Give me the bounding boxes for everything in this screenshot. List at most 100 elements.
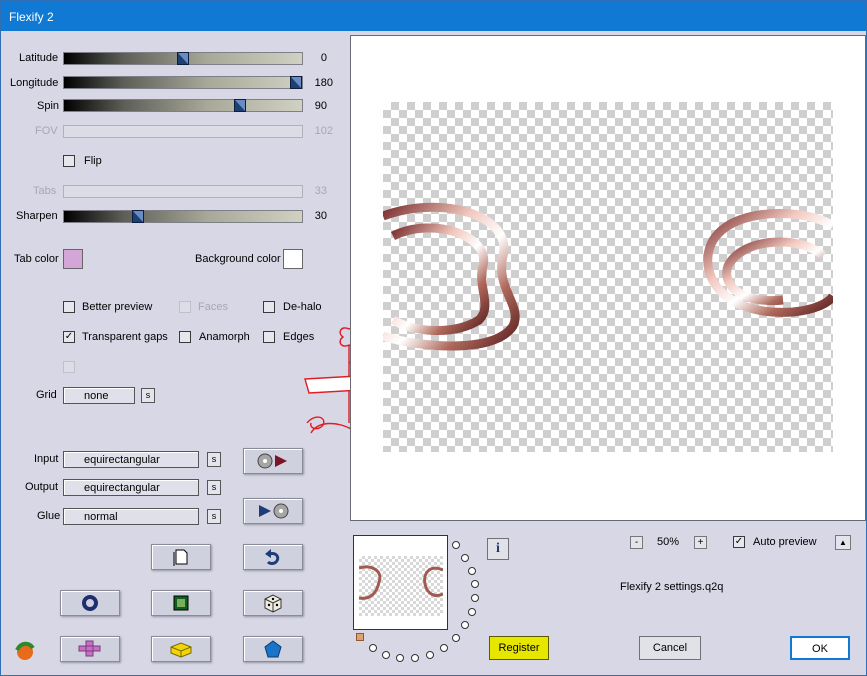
history-dot[interactable] xyxy=(426,651,434,659)
input-dropdown[interactable]: equirectangular xyxy=(63,451,199,468)
background-color-swatch[interactable] xyxy=(283,249,303,269)
zoom-in-button[interactable]: + xyxy=(694,536,707,549)
glue-value: normal xyxy=(84,511,118,523)
tab-color-swatch[interactable] xyxy=(63,249,83,269)
history-dot[interactable] xyxy=(468,567,476,575)
input-s-button[interactable]: s xyxy=(207,452,221,467)
pentagon-icon xyxy=(264,640,282,658)
fov-label: FOV xyxy=(35,125,58,137)
add-button[interactable] xyxy=(60,636,120,662)
history-dot[interactable] xyxy=(461,554,469,562)
flip-checkbox[interactable] xyxy=(63,155,75,167)
history-dot[interactable] xyxy=(382,651,390,659)
spin-value: 90 xyxy=(314,100,327,112)
sharpen-slider-thumb[interactable] xyxy=(132,210,144,223)
history-dot[interactable] xyxy=(461,621,469,629)
anamorph-checkbox[interactable] xyxy=(179,331,191,343)
history-dot[interactable] xyxy=(452,634,460,642)
faces-label: Faces xyxy=(198,301,228,313)
navigator-thumbnail[interactable] xyxy=(353,535,448,630)
auto-preview-label: Auto preview xyxy=(753,536,817,548)
gem-button[interactable] xyxy=(243,636,303,662)
de-halo-label: De-halo xyxy=(283,301,322,313)
flip-label: Flip xyxy=(84,155,102,167)
sharpen-slider[interactable] xyxy=(63,210,303,223)
preview-canvas[interactable] xyxy=(350,35,866,521)
output-value: equirectangular xyxy=(84,482,160,494)
de-halo-checkbox[interactable] xyxy=(263,301,275,313)
grid-label: Grid xyxy=(36,389,57,401)
fov-value: 102 xyxy=(314,125,333,137)
page-icon xyxy=(173,549,188,566)
collapse-button[interactable]: ▲ xyxy=(835,535,851,550)
faces-checkbox xyxy=(179,301,191,313)
longitude-slider[interactable] xyxy=(63,76,303,89)
longitude-value: 180 xyxy=(314,77,333,89)
plus-blocks-icon xyxy=(78,640,101,657)
latitude-slider-thumb[interactable] xyxy=(177,52,189,65)
grid-s-button[interactable]: s xyxy=(141,388,155,403)
history-dot[interactable] xyxy=(471,594,479,602)
info-button[interactable]: i xyxy=(487,538,509,560)
history-dot[interactable] xyxy=(452,541,460,549)
fov-slider xyxy=(63,125,303,138)
grid-value: none xyxy=(84,390,109,402)
spin-slider-thumb[interactable] xyxy=(234,99,246,112)
preview-image xyxy=(383,202,833,351)
tabs-value: 33 xyxy=(314,185,327,197)
undo-button[interactable] xyxy=(243,544,303,570)
history-dot[interactable] xyxy=(468,608,476,616)
history-dot[interactable] xyxy=(369,644,377,652)
tab-color-label: Tab color xyxy=(14,253,59,265)
glue-dropdown[interactable]: normal xyxy=(63,508,199,525)
copy-button[interactable] xyxy=(151,544,211,570)
output-dropdown[interactable]: equirectangular xyxy=(63,479,199,496)
window-title: Flexify 2 xyxy=(9,10,54,24)
ring-button[interactable] xyxy=(60,590,120,616)
transparent-gaps-label: Transparent gaps xyxy=(82,331,168,343)
ring-icon xyxy=(82,595,98,611)
edges-checkbox[interactable] xyxy=(263,331,275,343)
ok-button[interactable]: OK xyxy=(790,636,850,660)
plugin-logo-icon xyxy=(13,638,37,662)
longitude-label: Longitude xyxy=(10,77,59,89)
sharpen-label: Sharpen xyxy=(16,210,58,222)
output-label: Output xyxy=(25,481,59,493)
tabs-label: Tabs xyxy=(33,185,57,197)
latitude-value: 0 xyxy=(320,52,327,64)
longitude-slider-thumb[interactable] xyxy=(290,76,302,89)
spin-label: Spin xyxy=(37,100,60,112)
grid-dropdown[interactable]: none xyxy=(63,387,135,404)
thumbnail-marker[interactable] xyxy=(356,633,364,641)
brick-button[interactable] xyxy=(151,636,211,662)
output-s-button[interactable]: s xyxy=(207,480,221,495)
history-dot[interactable] xyxy=(471,580,479,588)
register-button[interactable]: Register xyxy=(489,636,549,660)
latitude-slider[interactable] xyxy=(63,52,303,65)
play-reverse-button[interactable] xyxy=(243,448,303,474)
better-preview-label: Better preview xyxy=(82,301,153,313)
zoom-out-button[interactable]: - xyxy=(630,536,643,549)
play-forward-button[interactable] xyxy=(243,498,303,524)
history-dot[interactable] xyxy=(411,654,419,662)
flexify-dialog: Flexify 2 Latitude 0 Longitude 180 Spin … xyxy=(0,0,867,676)
cancel-button[interactable]: Cancel xyxy=(639,636,701,660)
better-preview-checkbox[interactable] xyxy=(63,301,75,313)
play-disc-icon xyxy=(259,503,289,519)
spin-slider[interactable] xyxy=(63,99,303,112)
random-button[interactable] xyxy=(243,590,303,616)
history-dot[interactable] xyxy=(440,644,448,652)
extra-checkbox xyxy=(63,361,75,373)
transparent-gaps-checkbox[interactable]: ✓ xyxy=(63,331,75,343)
input-label: Input xyxy=(34,453,59,465)
zoom-level: 50% xyxy=(657,536,680,548)
title-bar: Flexify 2 xyxy=(1,1,866,31)
frame-button[interactable] xyxy=(151,590,211,616)
tabs-slider xyxy=(63,185,303,198)
glue-s-button[interactable]: s xyxy=(207,509,221,524)
settings-filename: Flexify 2 settings.q2q xyxy=(620,581,724,593)
auto-preview-checkbox[interactable]: ✓ xyxy=(733,536,745,548)
disc-play-icon xyxy=(257,453,287,469)
glue-label: Glue xyxy=(37,510,61,522)
history-dot[interactable] xyxy=(396,654,404,662)
